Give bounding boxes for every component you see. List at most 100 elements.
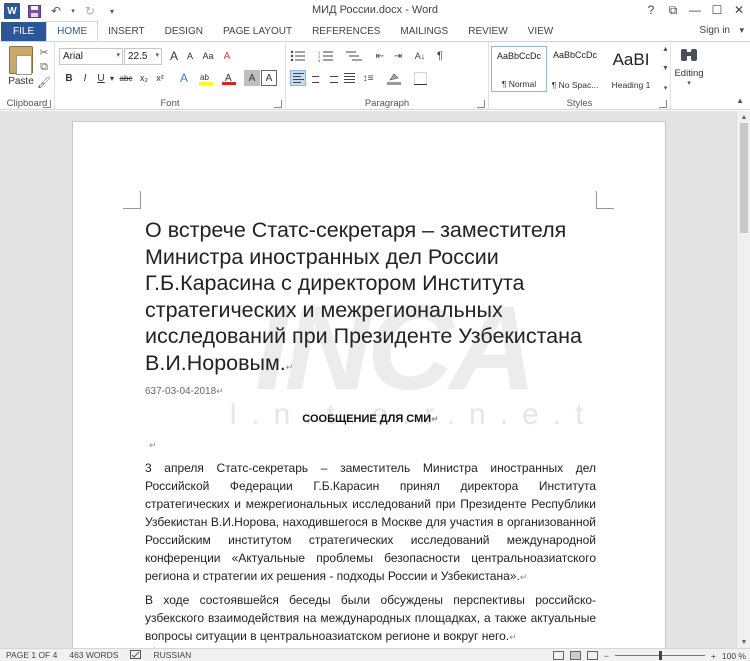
close-button[interactable]: ✕ [728,0,750,20]
word-logo-icon[interactable]: W [4,3,20,19]
styles-gallery: AaBbCcDc ¶ Normal AaBbCcDc ¶ No Spac... … [491,46,661,92]
tab-references[interactable]: REFERENCES [302,22,390,41]
ribbon-tabs: FILE HOME INSERT DESIGN PAGE LAYOUT REFE… [0,21,750,41]
underline-button[interactable]: U [93,70,109,86]
scroll-up-icon[interactable]: ▲ [662,46,669,53]
redo-icon[interactable]: ↻ [82,3,98,19]
style-no-spacing[interactable]: AaBbCcDc ¶ No Spac... [547,46,603,92]
paste-icon [9,46,33,75]
shrink-font-button[interactable]: A [182,48,198,64]
paste-button[interactable]: Paste [6,46,36,92]
style-normal[interactable]: AaBbCcDc ¶ Normal [491,46,547,92]
document-number[interactable]: 637-03-04-2018↵ [145,386,224,397]
window-controls: ? ⧉ — ☐ ✕ [640,0,750,20]
paragraph-launcher-icon[interactable] [477,100,485,108]
scroll-down-icon[interactable]: ▼ [737,636,750,648]
zoom-level[interactable]: 100 % [722,651,746,661]
tab-home[interactable]: HOME [46,21,99,41]
text-effects-icon[interactable]: A [176,70,192,86]
font-color-icon[interactable]: A [221,70,237,86]
tab-review[interactable]: REVIEW [458,22,517,41]
sort-icon[interactable]: A↓ [412,48,428,64]
document-page[interactable]: INCA I.n.t.e.r.n.e.t О встрече Статс-сек… [72,121,666,661]
multilevel-list-icon[interactable] [346,48,362,64]
paragraph-mark: ↵ [431,414,439,424]
font-size-box[interactable]: 22.5 ▾ [124,48,162,65]
shading-icon[interactable] [386,70,402,86]
justify-icon[interactable] [341,70,357,86]
page-count[interactable]: PAGE 1 OF 4 [0,650,63,660]
font-launcher-icon[interactable] [274,100,282,108]
web-layout-icon[interactable] [586,651,598,660]
body-paragraph[interactable]: В ходе состоявшейся беседы были обсужден… [145,591,596,646]
align-center-icon[interactable] [307,70,323,86]
copy-icon[interactable]: ⧉ [37,60,51,74]
customize-qat-icon[interactable]: ▾ [104,3,120,19]
language[interactable]: RUSSIAN [147,650,197,660]
more-styles-icon[interactable]: ▾ [664,84,668,92]
word-count[interactable]: 463 WORDS [63,650,124,660]
editing-button[interactable]: Editing ▾ [674,46,704,106]
strikethrough-button[interactable]: abc [117,70,135,86]
zoom-out-button[interactable]: − [604,651,609,661]
undo-dropdown-icon[interactable]: ▾ [70,3,76,19]
styles-launcher-icon[interactable] [659,100,667,108]
proofing-icon[interactable] [124,649,147,661]
minimize-button[interactable]: — [684,0,706,20]
body-paragraph[interactable]: 3 апреля Статс-секретарь – заместитель М… [145,459,596,586]
format-painter-icon[interactable]: 🖌 [37,75,51,89]
sign-in-link[interactable]: Sign in [699,25,730,36]
bold-button[interactable]: B [61,70,77,86]
align-left-icon[interactable] [290,70,306,86]
font-name-box[interactable]: Arial ▾ [59,48,123,65]
subscript-button[interactable]: x₂ [136,70,152,86]
read-mode-icon[interactable] [552,651,564,660]
tab-view[interactable]: VIEW [518,22,564,41]
highlight-color-icon[interactable]: ab [198,70,214,86]
numbering-icon[interactable]: 123 [318,48,334,64]
empty-paragraph-mark: ↵ [149,440,157,450]
italic-button[interactable]: I [77,70,93,86]
press-release-heading[interactable]: СООБЩЕНИЕ ДЛЯ СМИ↵ [145,413,596,425]
document-heading[interactable]: О встрече Статс-секретаря – заместителя … [145,217,605,380]
clipboard-launcher-icon[interactable] [43,100,51,108]
tab-insert[interactable]: INSERT [98,22,155,41]
tab-page-layout[interactable]: PAGE LAYOUT [213,22,302,41]
borders-icon[interactable] [412,70,428,86]
help-icon[interactable]: ? [640,0,662,20]
character-shading-icon[interactable]: A [244,70,260,86]
cut-icon[interactable]: ✂ [37,45,51,59]
collapse-ribbon-icon[interactable]: ▲ [736,96,744,105]
change-case-button[interactable]: Aa [200,48,216,64]
style-heading-1[interactable]: AaBI Heading 1 [603,46,659,92]
show-hide-marks-icon[interactable]: ¶ [432,48,448,64]
ribbon-display-options-icon[interactable]: ⧉ [662,0,684,20]
tab-file[interactable]: FILE [1,22,47,41]
zoom-slider[interactable] [614,651,705,660]
maximize-button[interactable]: ☐ [706,0,728,20]
tab-mailings[interactable]: MAILINGS [390,22,458,41]
underline-dropdown-icon[interactable]: ▾ [108,70,116,86]
line-spacing-icon[interactable]: ↕≡ [360,70,376,86]
grow-font-button[interactable]: A [166,48,182,64]
bullets-icon[interactable] [290,48,306,64]
save-icon[interactable] [26,3,42,19]
crop-mark [596,191,614,209]
account-dropdown-icon[interactable]: ▾ [739,25,744,36]
decrease-indent-icon[interactable]: ⇤ [372,48,388,64]
chevron-down-icon: ▾ [116,52,120,59]
vertical-scrollbar[interactable]: ▲ ▼ [736,111,750,648]
scroll-up-icon[interactable]: ▲ [737,111,750,123]
increase-indent-icon[interactable]: ⇥ [390,48,406,64]
zoom-in-button[interactable]: + [711,651,716,661]
undo-icon[interactable]: ↶ [48,3,64,19]
scrollbar-thumb[interactable] [740,123,748,233]
tab-design[interactable]: DESIGN [155,22,213,41]
zoom-slider-thumb[interactable] [658,651,662,660]
superscript-button[interactable]: x² [152,70,168,86]
align-right-icon[interactable] [324,70,340,86]
character-border-icon[interactable]: A [261,70,277,86]
scroll-down-icon[interactable]: ▼ [662,65,669,72]
clear-formatting-button[interactable]: A [219,48,235,64]
print-layout-icon[interactable] [569,651,581,660]
